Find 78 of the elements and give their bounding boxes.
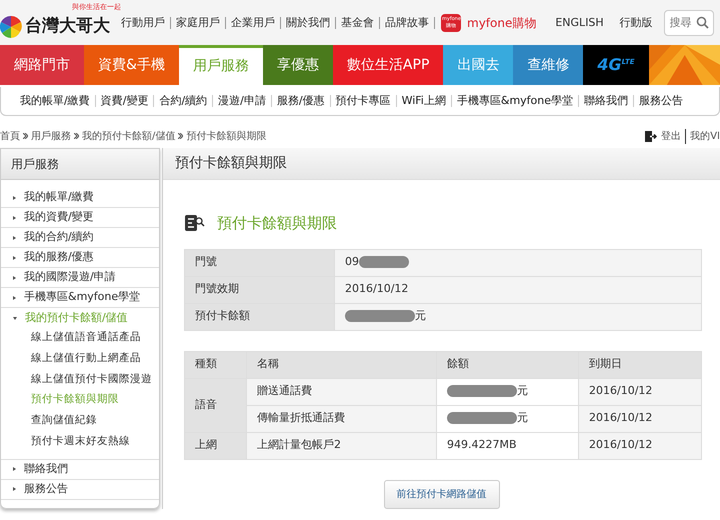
vip-link[interactable]: 我的VI: [690, 128, 720, 144]
header-link[interactable]: 關於我們: [281, 16, 336, 28]
chevron-icon: [178, 132, 184, 139]
cell-value: 2016/10/12: [345, 282, 408, 296]
language-link[interactable]: ENGLISH: [550, 16, 609, 28]
nav-tab[interactable]: 數位生活APP: [332, 45, 444, 85]
sidebar-subitem[interactable]: 預付卡週末好友熱線: [1, 432, 159, 452]
type-label: 上網: [195, 438, 217, 452]
sidebar-subitem[interactable]: 線上儲值行動上網產品: [1, 348, 159, 370]
logout-link[interactable]: 登出: [661, 128, 686, 144]
sidebar-item[interactable]: 手機專區&myfone學堂: [1, 288, 159, 308]
sidebar-item[interactable]: 我的服務/優惠: [1, 248, 159, 268]
expiry-date: 2016/10/12: [589, 438, 652, 452]
expiry-date: 2016/10/12: [589, 384, 652, 398]
logout-icon[interactable]: [645, 130, 658, 142]
sub-nav-link[interactable]: 我的帳單/繳費: [15, 95, 96, 107]
sidebar-item[interactable]: 服務公告: [1, 480, 159, 500]
panel-title: 預付卡餘額與期限: [163, 148, 720, 180]
nav-tab[interactable]: 資費&手機: [84, 45, 179, 85]
nav-tab[interactable]: 網路門市: [0, 45, 84, 85]
search-icon[interactable]: [696, 16, 709, 28]
sidebar-item[interactable]: 我的合約/續約: [1, 228, 159, 248]
sub-nav-link[interactable]: 服務/優惠: [272, 95, 331, 107]
item-name: 傳輸量折抵通話費: [257, 411, 345, 424]
column-header: 種類: [195, 357, 217, 370]
balance-value: 元: [517, 411, 528, 424]
sub-nav-link[interactable]: 手機專區&myfone學堂: [452, 95, 580, 107]
nav-tab[interactable]: 享優惠: [262, 45, 333, 85]
cell-value: 元: [415, 309, 426, 322]
sub-nav-link[interactable]: 預付卡專區: [330, 95, 397, 107]
header-link[interactable]: 品牌故事: [380, 16, 435, 28]
header-link[interactable]: 基金會: [336, 16, 380, 28]
chevron-icon: [23, 132, 28, 139]
row-label: 預付卡餘額: [195, 309, 250, 322]
logo-icon[interactable]: [0, 16, 22, 38]
nav-tab[interactable]: 查維修: [513, 45, 584, 85]
type-label: 語音: [195, 398, 217, 411]
sidebar-subitem[interactable]: 線上儲值語音通話產品: [1, 328, 159, 349]
cell-value: 09: [345, 255, 359, 268]
sidebar-item[interactable]: 我的資費/變更: [1, 208, 159, 228]
sidebar-title: 用戶服務: [1, 149, 159, 180]
search-field[interactable]: 搜尋: [664, 10, 714, 36]
header-link[interactable]: 企業用戶: [226, 16, 281, 28]
sub-nav-link[interactable]: 聯絡我們: [579, 95, 634, 107]
breadcrumb-link[interactable]: 我的預付卡餘額/儲值: [82, 128, 176, 144]
header-link[interactable]: 行動用戶: [116, 16, 171, 28]
panel-heading: 預付卡餘額與期限: [217, 213, 337, 234]
sub-nav-link[interactable]: 服務公告: [634, 95, 688, 107]
breadcrumb-link[interactable]: 用戶服務: [31, 128, 71, 144]
sidebar-item[interactable]: 我的帳單/繳費: [1, 188, 159, 208]
row-label: 門號效期: [195, 282, 239, 296]
expiry-date: 2016/10/12: [589, 411, 652, 424]
balance-value: 元: [517, 384, 528, 398]
sub-nav-link[interactable]: WiFi上網: [396, 95, 452, 107]
item-name: 贈送通話費: [257, 384, 312, 398]
recharge-button[interactable]: 前往預付卡網路儲值: [384, 480, 500, 508]
sidebar-subitem[interactable]: 查詢儲值紀錄: [1, 411, 159, 432]
sub-nav-link[interactable]: 漫遊/申請: [213, 95, 272, 107]
header-link[interactable]: 家庭用戶: [171, 16, 226, 28]
column-header: 名稱: [257, 357, 279, 370]
sub-nav-link[interactable]: 合約/續約: [154, 95, 214, 107]
sidebar-item[interactable]: 聯絡我們: [1, 460, 159, 480]
document-search-icon: [185, 215, 205, 232]
column-header: 餘額: [447, 357, 469, 370]
item-name: 上網計量包帳戶2: [257, 438, 341, 452]
breadcrumb-current: 預付卡餘額與期限: [186, 130, 266, 144]
row-label: 門號: [195, 255, 217, 268]
column-header: 到期日: [589, 357, 622, 370]
shop-link[interactable]: myfone購物: [467, 14, 536, 32]
chevron-icon: [74, 132, 79, 139]
breadcrumb-link[interactable]: 首頁: [0, 128, 20, 144]
mobile-link[interactable]: 行動版: [614, 16, 658, 28]
sub-nav-link[interactable]: 資費/變更: [96, 95, 154, 107]
nav-tab[interactable]: 4G$^{LTE}$: [583, 45, 649, 85]
sidebar-subitem[interactable]: 線上儲值預付卡國際漫遊: [1, 370, 159, 390]
balance-value: 949.4227MB: [447, 438, 517, 452]
sidebar-item[interactable]: 我的國際漫遊/申請: [1, 268, 159, 288]
logo-text[interactable]: 台灣大哥大: [25, 14, 110, 40]
